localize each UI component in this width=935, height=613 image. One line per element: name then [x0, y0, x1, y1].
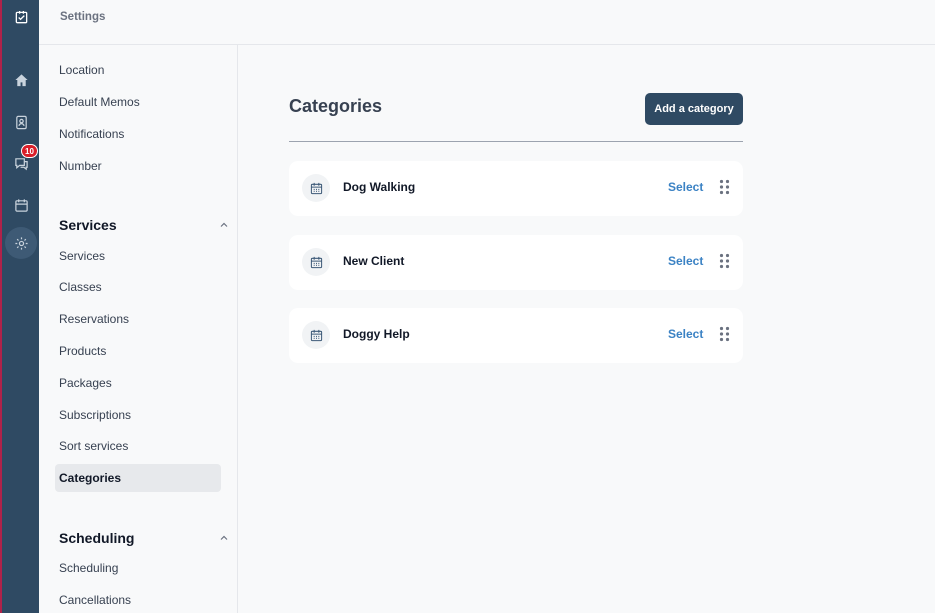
- calendar-icon[interactable]: [5, 189, 37, 221]
- sidebar-item-notifications[interactable]: Notifications: [55, 120, 221, 148]
- services-section-header[interactable]: Services: [59, 217, 229, 233]
- drag-handle-icon[interactable]: [719, 326, 730, 342]
- category-name: New Client: [343, 254, 405, 268]
- app-rail: 10: [0, 0, 39, 613]
- calendar-icon: [302, 321, 330, 349]
- chevron-up-icon: [220, 535, 228, 540]
- select-link[interactable]: Select: [668, 180, 703, 194]
- calendar-icon: [302, 174, 330, 202]
- notification-badge: 10: [21, 144, 38, 158]
- sidebar-item-classes[interactable]: Classes: [55, 273, 221, 301]
- sidebar-item-reservations[interactable]: Reservations: [55, 305, 221, 333]
- sidebar-item-services[interactable]: Services: [55, 242, 221, 270]
- calendar-icon: [302, 248, 330, 276]
- sidebar-item-packages[interactable]: Packages: [55, 369, 221, 397]
- scheduling-section-header[interactable]: Scheduling: [59, 530, 229, 546]
- page-title: Categories: [289, 96, 383, 116]
- divider: [289, 141, 743, 142]
- home-icon[interactable]: [5, 64, 37, 96]
- sidebar-item-scheduling[interactable]: Scheduling: [55, 554, 221, 582]
- select-link[interactable]: Select: [668, 254, 703, 268]
- sidebar-item-categories[interactable]: Categories: [55, 464, 221, 492]
- select-link[interactable]: Select: [668, 327, 703, 341]
- sidebar-item-sort-services[interactable]: Sort services: [55, 432, 221, 460]
- category-name: Dog Walking: [343, 180, 416, 194]
- scheduling-section-title: Scheduling: [59, 530, 135, 546]
- add-category-button[interactable]: Add a category: [645, 93, 743, 125]
- services-section-title: Services: [59, 217, 117, 233]
- chat-icon[interactable]: 10: [5, 144, 38, 179]
- sidebar-item-default-memos[interactable]: Default Memos: [55, 88, 221, 116]
- contacts-icon[interactable]: [5, 106, 37, 138]
- top-bar: Settings: [39, 0, 935, 45]
- sidebar-item-cancellations[interactable]: Cancellations: [55, 586, 221, 613]
- category-card: Dog Walking Select: [289, 161, 743, 216]
- category-name: Doggy Help: [343, 327, 410, 341]
- sidebar-item-products[interactable]: Products: [55, 337, 221, 365]
- page-breadcrumb: Settings: [60, 11, 106, 23]
- sidebar-item-number[interactable]: Number: [55, 152, 221, 180]
- drag-handle-icon[interactable]: [719, 253, 730, 269]
- settings-sidebar: Location Default Memos Notifications Num…: [39, 45, 238, 613]
- category-card: Doggy Help Select: [289, 308, 743, 363]
- chevron-up-icon: [220, 222, 228, 227]
- checklist-icon[interactable]: [5, 1, 37, 33]
- drag-handle-icon[interactable]: [719, 179, 730, 195]
- sidebar-item-location[interactable]: Location: [55, 56, 221, 84]
- category-card: New Client Select: [289, 235, 743, 290]
- sidebar-item-subscriptions[interactable]: Subscriptions: [55, 401, 221, 429]
- gear-icon[interactable]: [5, 227, 37, 259]
